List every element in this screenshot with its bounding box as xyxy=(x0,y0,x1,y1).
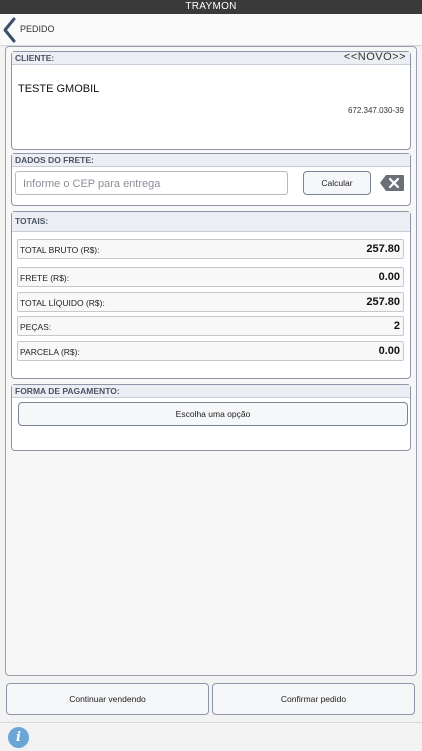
frete-header: DADOS DO FRETE: xyxy=(12,154,410,167)
row-value: 0.00 xyxy=(378,271,400,283)
payment-option-select[interactable]: Escolha uma opção xyxy=(18,402,408,426)
totais-header: TOTAIS: xyxy=(12,212,410,232)
total-liquido-row: TOTAL LÍQUIDO (R$): 257.80 xyxy=(17,292,404,312)
app-title-bar: TRAYMON xyxy=(0,0,422,14)
calculate-button[interactable]: Calcular xyxy=(303,171,371,195)
totais-header-label: TOTAIS: xyxy=(15,216,49,226)
info-icon[interactable]: i xyxy=(8,727,29,748)
confirm-order-button[interactable]: Confirmar pedido xyxy=(212,683,415,715)
frete-section: DADOS DO FRETE: Informe o CEP para entre… xyxy=(11,153,411,206)
row-value: 2 xyxy=(393,320,400,332)
back-button[interactable] xyxy=(2,16,18,44)
parcela-row: PARCELA (R$): 0.00 xyxy=(17,341,404,361)
cliente-header: CLIENTE: <<NOVO>> xyxy=(12,51,410,65)
bottom-bar: i xyxy=(0,722,422,751)
row-label: TOTAL BRUTO (R$): xyxy=(20,245,100,255)
cliente-status-link[interactable]: <<NOVO>> xyxy=(344,51,406,63)
frete-header-label: DADOS DO FRETE: xyxy=(15,155,94,165)
cliente-section: CLIENTE: <<NOVO>> TESTE GMOBIL 672.347.0… xyxy=(11,51,411,150)
page-title: PEDIDO xyxy=(20,24,55,34)
row-label: FRETE (R$): xyxy=(20,273,70,283)
pagamento-section: FORMA DE PAGAMENTO: Escolha uma opção xyxy=(11,384,411,451)
row-value: 257.80 xyxy=(366,243,400,255)
totais-section: TOTAIS: TOTAL BRUTO (R$): 257.80 FRETE (… xyxy=(11,211,411,379)
pagamento-header: FORMA DE PAGAMENTO: xyxy=(12,385,410,398)
pagamento-header-label: FORMA DE PAGAMENTO: xyxy=(15,386,120,396)
continue-selling-button[interactable]: Continuar vendendo xyxy=(6,683,209,715)
cep-input[interactable]: Informe o CEP para entrega xyxy=(15,171,288,195)
order-panel: CLIENTE: <<NOVO>> TESTE GMOBIL 672.347.0… xyxy=(5,46,417,676)
cliente-header-label: CLIENTE: xyxy=(15,53,55,63)
clear-cep-button[interactable] xyxy=(380,175,404,191)
row-label: PEÇAS: xyxy=(20,322,52,332)
cliente-name[interactable]: TESTE GMOBIL xyxy=(18,83,99,95)
total-bruto-row: TOTAL BRUTO (R$): 257.80 xyxy=(17,239,404,259)
cliente-document: 672.347.030-39 xyxy=(347,106,404,115)
app-title: TRAYMON xyxy=(185,1,237,12)
row-value: 257.80 xyxy=(366,296,400,308)
backspace-icon xyxy=(380,175,404,191)
row-label: TOTAL LÍQUIDO (R$): xyxy=(20,298,105,308)
chevron-left-icon xyxy=(3,17,16,43)
frete-row: FRETE (R$): 0.00 xyxy=(17,267,404,287)
row-value: 0.00 xyxy=(378,345,400,357)
pecas-row: PEÇAS: 2 xyxy=(17,316,404,336)
navigation-bar: PEDIDO xyxy=(0,14,422,46)
row-label: PARCELA (R$): xyxy=(20,347,80,357)
